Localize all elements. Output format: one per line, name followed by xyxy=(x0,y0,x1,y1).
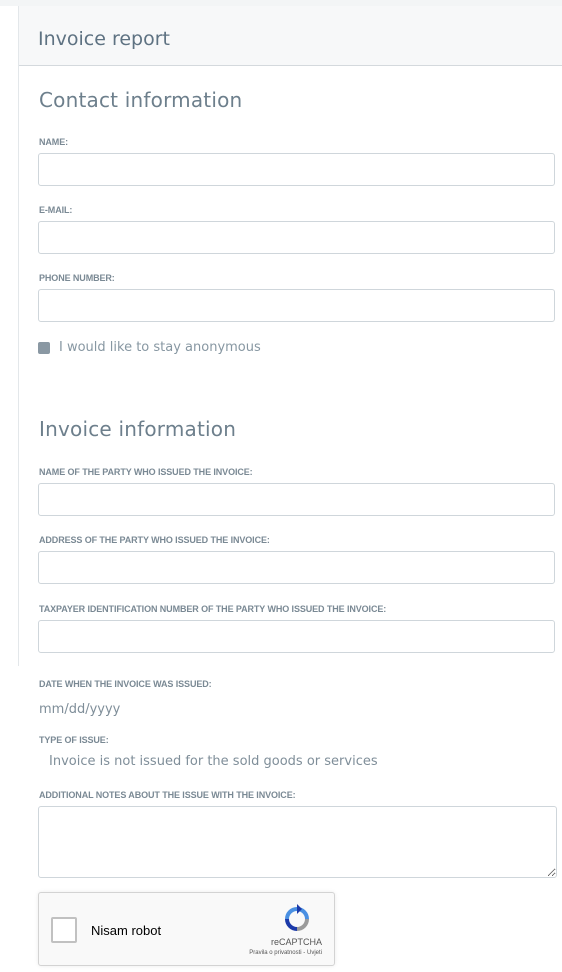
phone-field[interactable] xyxy=(38,289,555,322)
name-label: NAME: xyxy=(39,137,68,147)
recaptcha-logo-icon xyxy=(285,904,309,931)
email-field[interactable] xyxy=(38,221,555,254)
issuer-address-field[interactable] xyxy=(38,551,555,584)
recaptcha-widget: Nisam robot reCAPTCHA Pravila o privatno… xyxy=(38,892,335,966)
contact-section-title: Contact information xyxy=(39,88,243,112)
issue-date-input[interactable]: mm/dd/yyyy xyxy=(39,702,120,717)
page-title: Invoice report xyxy=(38,28,170,50)
anonymous-checkbox-label: I would like to stay anonymous xyxy=(59,340,261,355)
name-field[interactable] xyxy=(38,153,555,186)
email-label: E-MAIL: xyxy=(39,205,73,215)
notes-label: ADDITIONAL NOTES ABOUT THE ISSUE WITH TH… xyxy=(39,790,296,800)
issuer-tin-label: TAXPAYER IDENTIFICATION NUMBER OF THE PA… xyxy=(39,604,387,614)
issue-date-label: DATE WHEN THE INVOICE WAS ISSUED: xyxy=(39,679,212,689)
panel-left-border xyxy=(18,6,19,666)
issuer-address-label: ADDRESS OF THE PARTY WHO ISSUED THE INVO… xyxy=(39,535,270,545)
anonymous-checkbox[interactable] xyxy=(38,341,50,354)
anonymous-checkbox-row[interactable]: I would like to stay anonymous xyxy=(38,340,261,355)
issuer-name-field[interactable] xyxy=(38,483,555,516)
recaptcha-terms-link[interactable]: Uvjeti xyxy=(307,950,322,956)
issue-type-label: TYPE OF ISSUE: xyxy=(39,735,109,745)
recaptcha-privacy-link[interactable]: Pravila o privatnosti xyxy=(249,950,301,956)
invoice-section-title: Invoice information xyxy=(39,417,237,441)
recaptcha-checkbox[interactable] xyxy=(51,917,77,943)
issuer-tin-field[interactable] xyxy=(38,620,555,653)
panel-header: Invoice report xyxy=(19,6,562,66)
issuer-name-label: NAME OF THE PARTY WHO ISSUED THE INVOICE… xyxy=(39,467,253,477)
notes-textarea[interactable] xyxy=(38,806,557,878)
issue-type-select[interactable]: Invoice is not issued for the sold goods… xyxy=(49,754,378,769)
recaptcha-label: Nisam robot xyxy=(91,923,162,938)
phone-label: PHONE NUMBER: xyxy=(39,273,115,283)
recaptcha-brand: reCAPTCHA xyxy=(270,937,322,947)
recaptcha-links: Pravila o privatnosti - Uvjeti xyxy=(249,950,322,956)
